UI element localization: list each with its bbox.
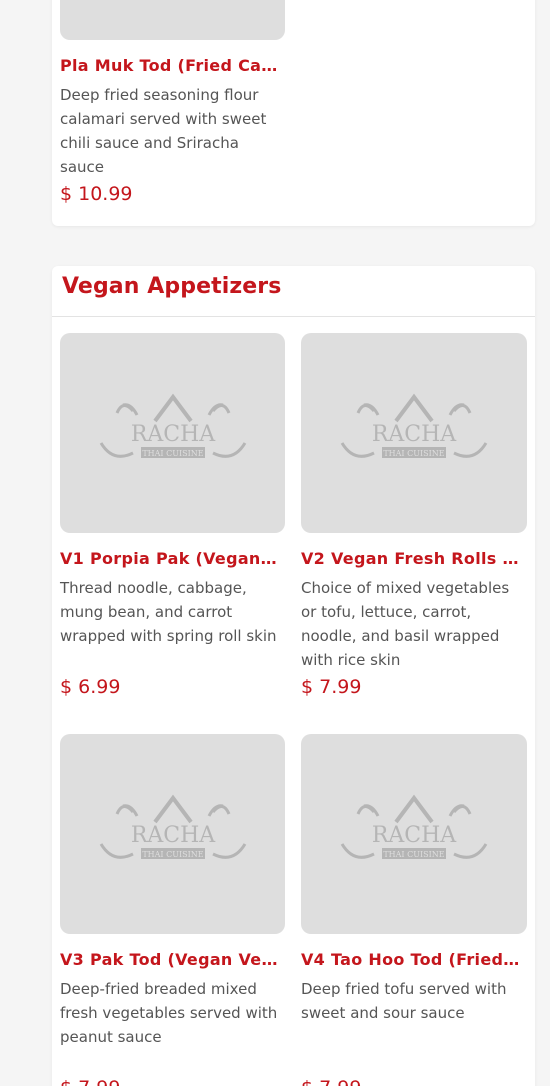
svg-text:RACHA: RACHA (131, 422, 216, 447)
item-price: $ 7.99 (301, 1077, 361, 1086)
item-price: $ 10.99 (60, 183, 133, 205)
item-image[interactable]: RACHA THAI CUISINE (60, 734, 285, 934)
racha-logo-icon: RACHA THAI CUISINE (340, 393, 488, 458)
svg-text:THAI CUISINE: THAI CUISINE (383, 449, 444, 458)
item-name[interactable]: Pla Muk Tod (Fried Calamari) (60, 56, 282, 75)
racha-logo-icon: RACHA THAI CUISINE (340, 794, 488, 859)
item-image[interactable]: RACHA THAI CUISINE (60, 333, 285, 533)
svg-text:RACHA: RACHA (372, 823, 457, 848)
item-name[interactable]: V2 Vegan Fresh Rolls (3 pcs) (301, 549, 523, 568)
item-name[interactable]: V3 Pak Tod (Vegan Vegetable Tempura) (60, 950, 282, 969)
menu-item-card[interactable]: Pla Muk Tod (Fried Calamari) Deep fried … (52, 0, 535, 226)
item-price: $ 6.99 (60, 676, 121, 698)
item-image[interactable]: RACHA THAI CUISINE (301, 734, 527, 934)
svg-text:RACHA: RACHA (372, 422, 457, 447)
item-description: Deep-fried breaded mixed fresh vegetable… (60, 980, 278, 1046)
item-image[interactable]: RACHA THAI CUISINE (301, 333, 527, 533)
menu-page: Pla Muk Tod (Fried Calamari) Deep fried … (0, 0, 550, 1086)
svg-text:THAI CUISINE: THAI CUISINE (142, 850, 203, 859)
section-title: Vegan Appetizers (62, 274, 282, 299)
svg-text:THAI CUISINE: THAI CUISINE (383, 850, 444, 859)
racha-logo-icon: RACHA THAI CUISINE (99, 794, 247, 859)
item-name[interactable]: V4 Tao Hoo Tod (Fried Tofu) (301, 950, 523, 969)
section-header: Vegan Appetizers (52, 266, 535, 317)
item-image[interactable] (60, 0, 285, 40)
item-price: $ 7.99 (301, 676, 362, 698)
item-description: Choice of mixed vegetables or tofu, lett… (301, 579, 510, 669)
svg-text:THAI CUISINE: THAI CUISINE (142, 449, 203, 458)
item-description: Deep fried seasoning flour calamari serv… (60, 86, 267, 176)
menu-section-vegan-appetizers: Vegan Appetizers RACHA THAI CUISINE V1 P… (52, 266, 535, 1086)
item-price: $ 7.99 (60, 1077, 120, 1086)
item-name[interactable]: V1 Porpia Pak (Vegan Fried Spring Rolls) (60, 549, 282, 568)
item-description: Deep fried tofu served with sweet and so… (301, 980, 507, 1022)
racha-logo-icon: RACHA THAI CUISINE (99, 393, 247, 458)
item-description: Thread noodle, cabbage, mung bean, and c… (60, 579, 277, 645)
svg-text:RACHA: RACHA (131, 823, 216, 848)
